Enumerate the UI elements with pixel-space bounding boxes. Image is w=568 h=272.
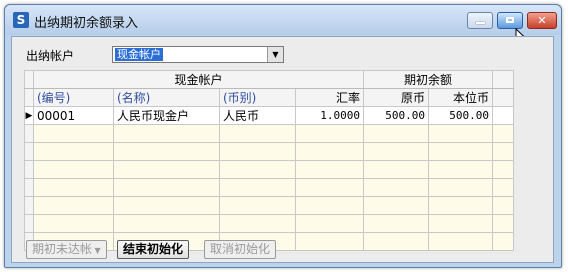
column-header-currency[interactable]: (币别) bbox=[219, 88, 296, 107]
account-selected-value: 现金帐户 bbox=[115, 48, 163, 61]
column-header-name[interactable]: (名称) bbox=[113, 88, 220, 107]
spacer-header bbox=[492, 70, 514, 89]
cell-original[interactable]: 500.00 bbox=[363, 106, 429, 125]
maximize-button[interactable] bbox=[497, 12, 523, 29]
title-bar[interactable]: S 出纳期初余额录入 ✕ bbox=[5, 5, 561, 35]
group-header-cash-account: 现金帐户 bbox=[33, 70, 364, 89]
empty-row[interactable] bbox=[24, 160, 514, 179]
empty-row[interactable] bbox=[24, 196, 514, 215]
cell-rate[interactable]: 1.0000 bbox=[295, 106, 364, 125]
unreconciled-button-label: 期初未达帐 bbox=[32, 242, 93, 256]
empty-row[interactable] bbox=[24, 142, 514, 161]
finish-init-button[interactable]: 结束初始化 bbox=[117, 240, 190, 259]
account-label: 出纳帐户 bbox=[26, 49, 75, 63]
unreconciled-button[interactable]: 期初未达帐 ▼ bbox=[26, 240, 107, 259]
app-window: S 出纳期初余额录入 ✕ 出纳帐户 现金帐户 ▼ 现金帐户 期初余额 (编号) … bbox=[4, 4, 562, 268]
minimize-button[interactable] bbox=[467, 12, 493, 29]
corner-cell bbox=[24, 88, 34, 107]
empty-row[interactable] bbox=[24, 178, 514, 197]
cell-code[interactable]: 00001 bbox=[33, 106, 114, 125]
close-icon: ✕ bbox=[537, 14, 547, 27]
balance-grid: 现金帐户 期初余额 (编号) (名称) (币别) 汇率 原币 本位币 ▶ 000… bbox=[24, 70, 514, 251]
dialog-body: 出纳帐户 现金帐户 ▼ 现金帐户 期初余额 (编号) (名称) (币别) 汇率 … bbox=[11, 36, 554, 263]
dropdown-arrow-icon: ▼ bbox=[92, 246, 101, 255]
group-header-opening-balance: 期初余额 bbox=[363, 70, 493, 89]
row-selector-icon[interactable]: ▶ bbox=[24, 106, 34, 125]
column-header-code[interactable]: (编号) bbox=[33, 88, 114, 107]
table-row[interactable]: ▶ 00001 人民币现金户 人民币 1.0000 500.00 500.00 bbox=[24, 106, 514, 125]
cell-empty bbox=[492, 106, 514, 125]
spacer-header bbox=[492, 88, 514, 107]
account-select[interactable]: 现金帐户 ▼ bbox=[112, 46, 284, 63]
column-header-original[interactable]: 原币 bbox=[363, 88, 429, 107]
maximize-icon bbox=[498, 13, 522, 28]
corner-cell bbox=[24, 70, 34, 89]
window-title: 出纳期初余额录入 bbox=[34, 16, 139, 31]
chevron-down-icon[interactable]: ▼ bbox=[267, 47, 283, 62]
app-icon: S bbox=[13, 12, 29, 28]
empty-row[interactable] bbox=[24, 124, 514, 143]
minimize-icon bbox=[468, 13, 492, 28]
cancel-init-button[interactable]: 取消初始化 bbox=[204, 240, 277, 259]
close-button[interactable]: ✕ bbox=[527, 12, 557, 29]
empty-row[interactable] bbox=[24, 214, 514, 233]
column-header-rate[interactable]: 汇率 bbox=[295, 88, 364, 107]
column-header-base[interactable]: 本位币 bbox=[428, 88, 493, 107]
cell-currency[interactable]: 人民币 bbox=[219, 106, 296, 125]
cell-name[interactable]: 人民币现金户 bbox=[113, 106, 220, 125]
cell-base[interactable]: 500.00 bbox=[428, 106, 493, 125]
